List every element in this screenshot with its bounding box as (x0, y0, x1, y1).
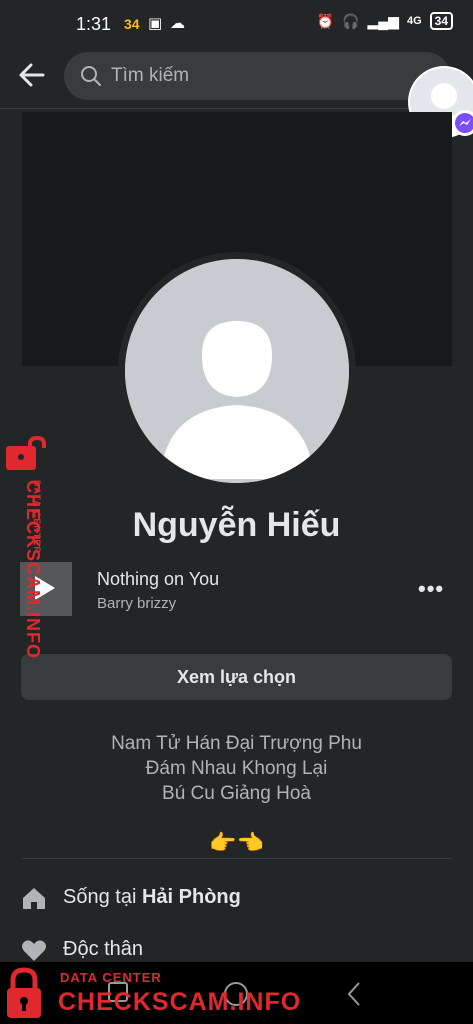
network-type: 4G (406, 15, 422, 27)
watermark-bottom: DATA CENTER CHECKSCAM.INFO (0, 962, 300, 1024)
lock-icon (7, 967, 41, 1018)
song-artist: Barry brizzy (97, 595, 177, 612)
back-button[interactable] (14, 60, 50, 96)
bio-line: Nam Tử Hán Đại Trượng Phu (111, 733, 362, 754)
divider (22, 858, 452, 859)
headphones-icon: 🎧 (342, 12, 360, 29)
heart-icon (22, 940, 46, 961)
messenger-icon (455, 113, 473, 133)
home-icon (23, 888, 45, 909)
watermark-side: CHECKSCAM.INFO DATA CENTER (2, 436, 52, 666)
cloud-icon: ☁ (170, 15, 185, 32)
search-placeholder: Tìm kiếm (111, 65, 190, 86)
status-icons: ⏰ 🎧 ▂▄▆ 4G 34 (317, 12, 453, 30)
bio-line: Bú Cu Giảng Hoà (162, 783, 311, 804)
top-bar: Tìm kiếm (0, 52, 473, 109)
watermark-subtext: DATA CENTER (60, 970, 162, 985)
signal-icon: ▂▄▆ (367, 12, 399, 29)
profile-music[interactable]: Nothing on You Barry brizzy ••• (20, 560, 460, 624)
profile-bio: Nam Tử Hán Đại Trượng Phu Đám Nhau Khong… (0, 731, 473, 806)
alarm-icon: ⏰ (316, 12, 335, 29)
profile-name: Nguyễn Hiếu (132, 506, 341, 544)
status-time: 1:31 (76, 14, 112, 34)
search-input[interactable]: Tìm kiếm (64, 52, 450, 100)
image-icon: ▣ (148, 15, 163, 32)
bio-line: Đám Nhau Khong Lại (145, 758, 328, 779)
chevron-left-icon (347, 982, 360, 1006)
view-options-button[interactable]: Xem lựa chọn (21, 654, 452, 700)
notification-count: 34 (124, 16, 140, 32)
profile-picture-image (125, 259, 349, 483)
info-text: Độc thân (63, 938, 144, 960)
nav-back-button[interactable] (344, 980, 364, 1013)
status-bar: 1:31 34 ▣ ☁ ⏰ 🎧 ▂▄▆ 4G 34 (0, 0, 473, 48)
info-text: Sống tại Hải Phòng (63, 886, 241, 908)
default-avatar-icon (125, 259, 349, 483)
info-value: Hải Phòng (141, 886, 241, 908)
messenger-badge (452, 110, 473, 136)
more-options-button[interactable]: ••• (418, 576, 444, 602)
battery-level: 34 (429, 12, 453, 30)
search-icon (81, 66, 101, 86)
lock-icon (6, 436, 46, 470)
back-arrow-icon (19, 63, 45, 87)
bio-emoji: 👉👈 (209, 830, 264, 855)
song-title: Nothing on You (97, 569, 220, 589)
watermark-subtext: DATA CENTER (32, 480, 42, 554)
watermark-text: CHECKSCAM.INFO (58, 988, 302, 1016)
profile-picture[interactable] (118, 252, 356, 490)
